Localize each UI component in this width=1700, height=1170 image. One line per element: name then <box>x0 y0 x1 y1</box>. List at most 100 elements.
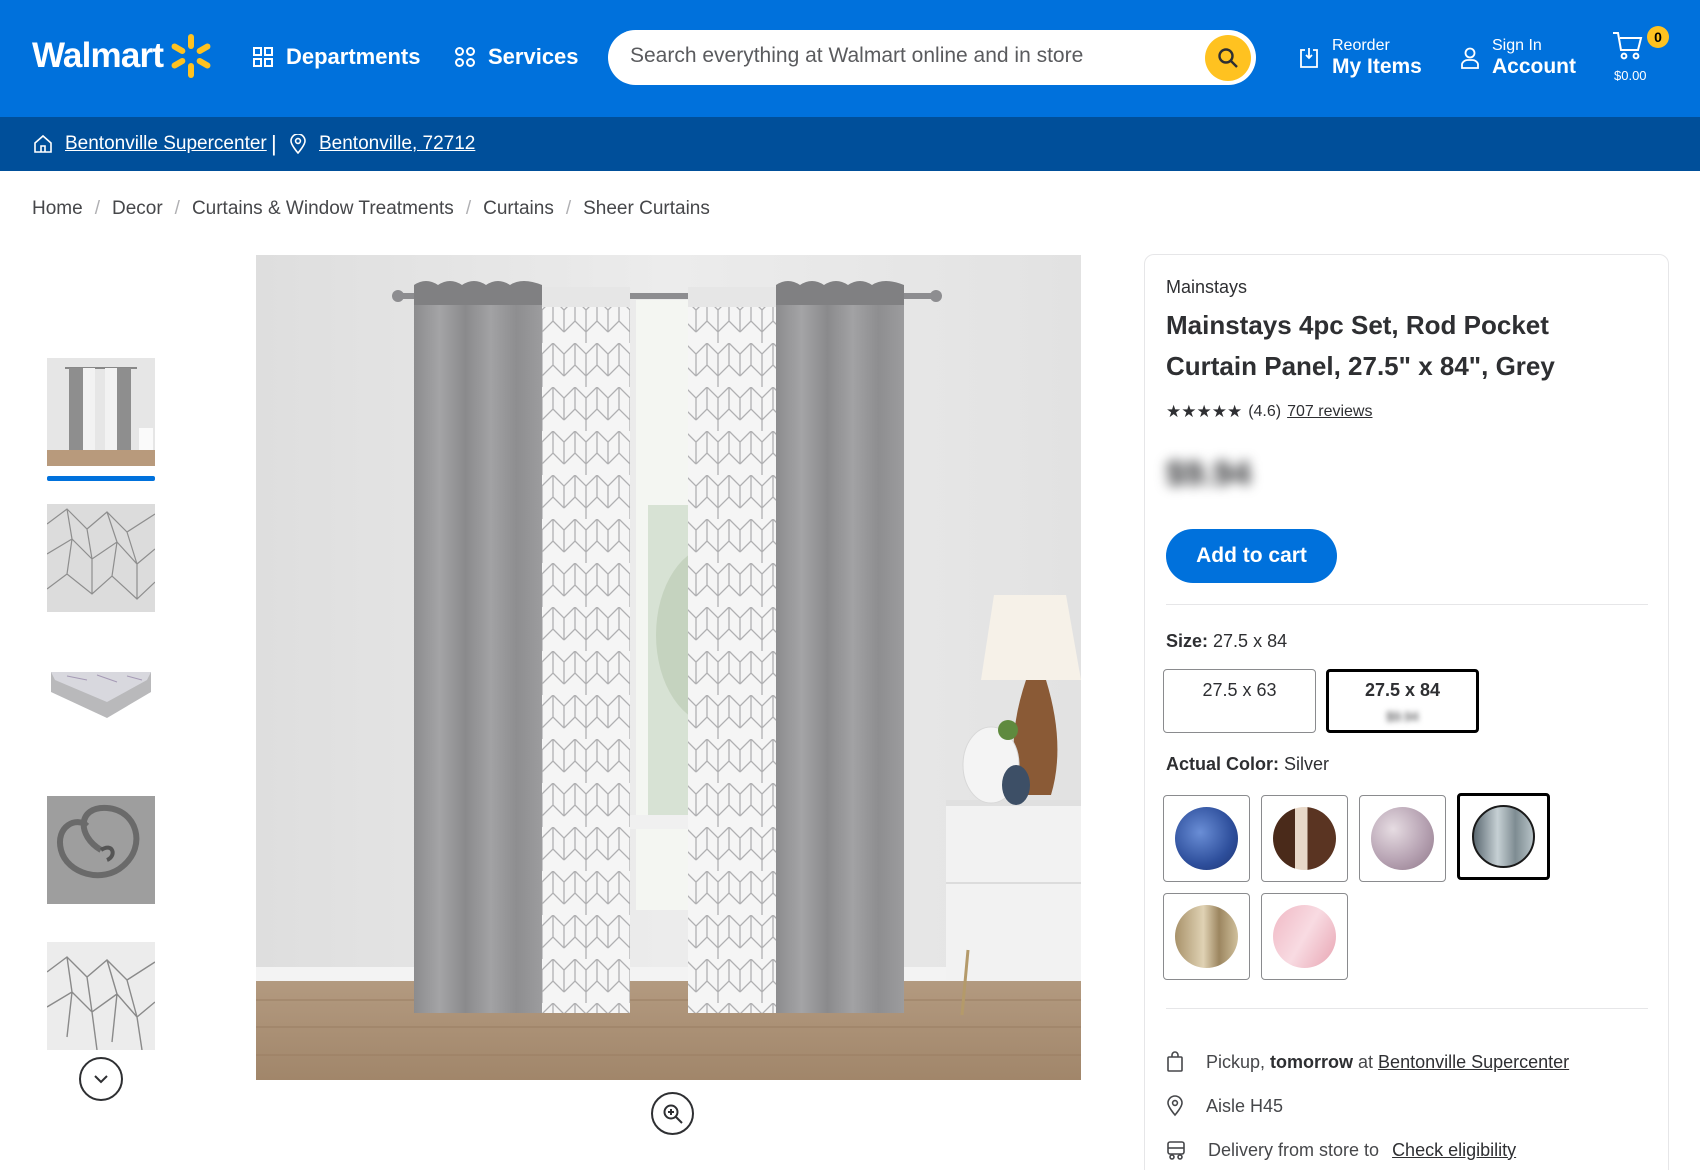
walmart-logo[interactable]: Walmart <box>32 34 213 78</box>
thumbnail-2[interactable] <box>47 504 155 612</box>
search-bar <box>608 30 1256 85</box>
thumbnails-scroll-down-button[interactable] <box>79 1057 123 1101</box>
thumbnail-selected-indicator <box>47 476 155 481</box>
services-label: Services <box>488 44 579 69</box>
signin-big: Account <box>1492 55 1576 78</box>
size-option-27-5x84[interactable]: 27.5 x 84 $9.94 <box>1326 669 1479 733</box>
star-rating-icon: ★★★★★ <box>1166 402 1243 421</box>
cart-count-badge: 0 <box>1647 26 1669 48</box>
breadcrumb-separator: / <box>174 198 180 219</box>
thumbnail-folded-image <box>47 650 155 758</box>
signin-small: Sign In <box>1492 37 1542 54</box>
price: $9.94 <box>1166 455 1252 493</box>
swatch-image <box>1273 807 1336 870</box>
reviews-link[interactable]: 707 reviews <box>1287 403 1372 421</box>
storebar-separator: | <box>271 131 277 156</box>
account-button[interactable]: Sign In Account <box>1460 36 1576 79</box>
breadcrumb-curtains[interactable]: Curtains <box>483 198 554 220</box>
search-button[interactable] <box>1205 35 1251 81</box>
size-label: Size: <box>1166 631 1209 651</box>
services-button[interactable]: Services <box>454 44 579 70</box>
breadcrumb-curtains-window[interactable]: Curtains & Window Treatments <box>192 198 454 220</box>
breadcrumb-separator: / <box>465 198 472 219</box>
shopping-bag-icon <box>1167 1051 1183 1072</box>
rating-row: ★★★★★ (4.6) 707 reviews <box>1166 402 1372 422</box>
breadcrumb-separator: / <box>565 198 572 219</box>
store-name-link[interactable]: Bentonville Supercenter <box>65 133 267 155</box>
cart-button[interactable]: 0 $0.00 <box>1612 26 1669 90</box>
departments-label: Departments <box>286 44 421 69</box>
color-label-line: Actual Color: Silver <box>1166 754 1329 775</box>
zoom-button[interactable] <box>651 1092 694 1135</box>
size-option-label: 27.5 x 63 <box>1202 680 1277 700</box>
curtain-room-illustration <box>256 255 1081 1080</box>
swatch-image <box>1175 807 1238 870</box>
color-swatch-silver[interactable] <box>1457 793 1550 880</box>
color-swatch-beige[interactable] <box>1163 893 1250 980</box>
location-pin-icon <box>290 134 306 154</box>
location-selector[interactable]: Bentonville, 72712 <box>289 133 475 155</box>
reorder-big: My Items <box>1332 55 1422 78</box>
size-value: 27.5 x 84 <box>1213 631 1288 651</box>
color-label: Actual Color: <box>1166 754 1280 774</box>
pickup-prefix: Pickup, <box>1206 1051 1271 1072</box>
thumbnail-fabric-swirl-image <box>47 796 155 904</box>
reorder-button[interactable]: Reorder My Items <box>1298 36 1422 79</box>
store-selector[interactable]: Bentonville Supercenter <box>33 133 267 155</box>
aisle-row: Aisle H45 <box>1166 1095 1283 1117</box>
thumbnail-1[interactable] <box>47 358 155 466</box>
store-icon <box>34 134 52 153</box>
breadcrumb-sheer-curtains[interactable]: Sheer Curtains <box>583 198 710 220</box>
pickup-when: tomorrow <box>1270 1051 1354 1072</box>
delivery-prefix: Delivery from store to <box>1208 1139 1380 1160</box>
zoom-in-icon <box>663 1104 683 1124</box>
color-swatch-pink[interactable] <box>1261 893 1348 980</box>
add-to-cart-button[interactable]: Add to cart <box>1166 529 1337 583</box>
location-link[interactable]: Bentonville, 72712 <box>319 133 475 155</box>
store-bar: Bentonville Supercenter | Bentonville, 7… <box>0 117 1700 171</box>
size-option-27-5x63[interactable]: 27.5 x 63 <box>1163 669 1316 733</box>
delivery-row: Delivery from store to Check eligibility <box>1166 1139 1516 1161</box>
color-swatch-brown[interactable] <box>1261 795 1348 882</box>
top-header: Walmart Departments Services Reorder My … <box>0 0 1700 117</box>
pickup-row: Pickup, tomorrow at Bentonville Supercen… <box>1166 1051 1569 1073</box>
user-icon <box>1461 47 1479 69</box>
breadcrumb-decor[interactable]: Decor <box>112 198 163 220</box>
pickup-store-link[interactable]: Bentonville Supercenter <box>1378 1052 1569 1072</box>
thumbnail-pattern-image <box>47 504 155 612</box>
thumbnail-5[interactable] <box>47 942 155 1050</box>
chevron-down-icon <box>94 1075 108 1084</box>
color-value: Silver <box>1284 754 1330 774</box>
services-icon <box>455 47 475 67</box>
rating-value: (4.6) <box>1248 403 1282 420</box>
grid-icon <box>253 47 273 67</box>
swatch-image <box>1371 807 1434 870</box>
reorder-small: Reorder <box>1332 37 1390 54</box>
aisle-text: Aisle H45 <box>1206 1095 1284 1116</box>
color-swatch-blue[interactable] <box>1163 795 1250 882</box>
thumbnail-curtain-room-image <box>47 358 155 466</box>
cart-total: $0.00 <box>1614 68 1647 83</box>
product-main-image[interactable] <box>256 255 1081 1080</box>
search-input[interactable] <box>630 44 1150 68</box>
departments-button[interactable]: Departments <box>252 44 420 70</box>
thumbnail-4[interactable] <box>47 796 155 904</box>
size-label-line: Size: 27.5 x 84 <box>1166 631 1287 652</box>
breadcrumb-separator: / <box>94 198 100 219</box>
brand-link[interactable]: Mainstays <box>1166 277 1247 298</box>
check-eligibility-link[interactable]: Check eligibility <box>1392 1140 1516 1160</box>
breadcrumb: Home / Decor / Curtains & Window Treatme… <box>32 198 710 220</box>
breadcrumb-home[interactable]: Home <box>32 198 83 220</box>
size-option-price: $9.94 <box>1386 709 1419 724</box>
reorder-icon <box>1300 47 1318 68</box>
divider <box>1166 1008 1648 1009</box>
divider <box>1166 604 1648 605</box>
search-icon <box>1218 48 1238 68</box>
delivery-truck-icon <box>1167 1141 1185 1160</box>
color-swatch-floral[interactable] <box>1359 795 1446 882</box>
product-info-panel: Mainstays Mainstays 4pc Set, Rod Pocket … <box>1144 254 1669 1170</box>
swatch-image <box>1175 905 1238 968</box>
logo-text: Walmart <box>32 36 164 75</box>
thumbnail-3[interactable] <box>47 650 155 758</box>
product-title: Mainstays 4pc Set, Rod Pocket Curtain Pa… <box>1166 310 1555 381</box>
